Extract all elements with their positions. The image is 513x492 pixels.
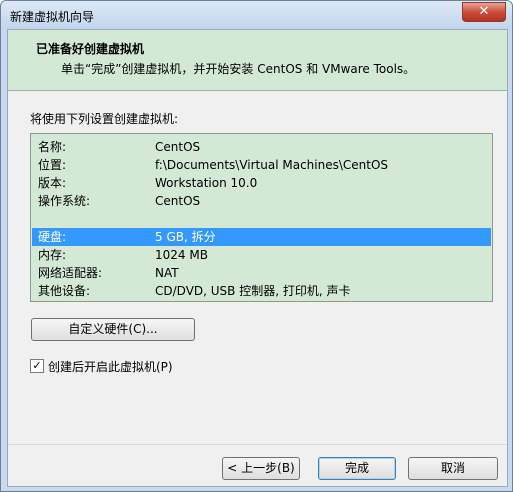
page-title: 已准备好创建虚拟机 bbox=[36, 42, 145, 56]
summary-row-network[interactable]: 网络适配器: NAT bbox=[32, 264, 491, 282]
summary-row-other-devices[interactable]: 其他设备: CD/DVD, USB 控制器, 打印机, 声卡 bbox=[32, 282, 491, 300]
summary-row-version[interactable]: 版本: Workstation 10.0 bbox=[32, 174, 491, 192]
summary-key: 名称: bbox=[38, 140, 67, 154]
summary-value: 1024 MB bbox=[155, 248, 208, 262]
summary-value: NAT bbox=[155, 266, 179, 280]
summary-row-location[interactable]: 位置: f:\Documents\Virtual Machines\CentOS bbox=[32, 156, 491, 174]
window-title: 新建虚拟机向导 bbox=[10, 10, 95, 24]
summary-value: CD/DVD, USB 控制器, 打印机, 声卡 bbox=[155, 284, 351, 298]
page-subtitle: 单击“完成”创建虚拟机，并开始安装 CentOS 和 VMware Tools。 bbox=[61, 62, 416, 76]
settings-summary-list[interactable]: 名称: CentOS 位置: f:\Documents\Virtual Mach… bbox=[30, 133, 493, 302]
cancel-button[interactable]: 取消 bbox=[408, 457, 498, 480]
summary-key: 网络适配器: bbox=[38, 266, 103, 280]
summary-row-os[interactable]: 操作系统: CentOS bbox=[32, 192, 491, 210]
back-button[interactable]: < 上一步(B) bbox=[222, 457, 300, 480]
close-icon: ✕ bbox=[478, 4, 490, 19]
summary-value: f:\Documents\Virtual Machines\CentOS bbox=[155, 158, 389, 172]
summary-value: CentOS bbox=[155, 140, 201, 154]
summary-key: 位置: bbox=[38, 158, 67, 172]
dialog-body: 已准备好创建虚拟机 单击“完成”创建虚拟机，并开始安装 CentOS 和 VMw… bbox=[7, 29, 508, 487]
wizard-header: 已准备好创建虚拟机 单击“完成”创建虚拟机，并开始安装 CentOS 和 VMw… bbox=[8, 30, 507, 91]
summary-value: Workstation 10.0 bbox=[155, 176, 258, 190]
wizard-window: 新建虚拟机向导 ✕ 已准备好创建虚拟机 单击“完成”创建虚拟机，并开始安装 Ce… bbox=[0, 0, 513, 492]
summary-row-disk[interactable]: 硬盘: 5 GB, 拆分 bbox=[32, 228, 491, 246]
summary-key: 版本: bbox=[38, 176, 67, 190]
title-bar: 新建虚拟机向导 ✕ bbox=[1, 1, 512, 29]
summary-row-memory[interactable]: 内存: 1024 MB bbox=[32, 246, 491, 264]
summary-value: 5 GB, 拆分 bbox=[155, 230, 216, 244]
summary-key: 硬盘: bbox=[38, 230, 67, 244]
finish-button[interactable]: 完成 bbox=[318, 457, 396, 480]
power-on-checkbox[interactable]: ✓ bbox=[30, 359, 44, 373]
close-button[interactable]: ✕ bbox=[462, 2, 506, 22]
summary-key: 操作系统: bbox=[38, 194, 91, 208]
summary-key: 其他设备: bbox=[38, 284, 91, 298]
summary-key: 内存: bbox=[38, 248, 67, 262]
customize-hardware-button[interactable]: 自定义硬件(C)... bbox=[31, 318, 195, 341]
summary-intro: 将使用下列设置创建虚拟机: bbox=[30, 112, 179, 126]
power-on-label[interactable]: 创建后开启此虚拟机(P) bbox=[48, 358, 173, 375]
footer-divider bbox=[8, 444, 507, 445]
summary-value: CentOS bbox=[155, 194, 201, 208]
summary-row-name[interactable]: 名称: CentOS bbox=[32, 138, 491, 156]
